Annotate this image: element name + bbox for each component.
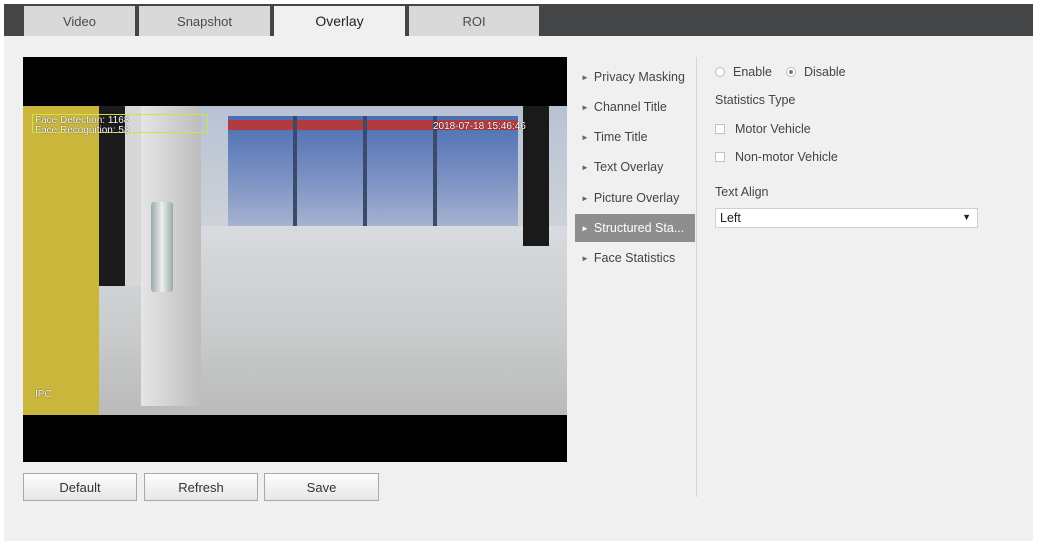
menu-item-picture-overlay[interactable]: ► Picture Overlay	[575, 184, 695, 212]
motor-vehicle-checkbox[interactable]	[715, 124, 725, 134]
tab-overlay[interactable]: Overlay	[274, 6, 405, 36]
disable-label: Disable	[803, 65, 846, 79]
menu-item-privacy-masking[interactable]: ► Privacy Masking	[575, 63, 695, 91]
arrow-right-icon: ►	[581, 253, 589, 263]
osd-channel-label: IPC	[35, 389, 52, 400]
tab-roi[interactable]: ROI	[409, 6, 539, 36]
menu-item-time-title[interactable]: ► Time Title	[575, 123, 695, 151]
arrow-right-icon: ►	[581, 193, 589, 203]
menu-item-label: Picture Overlay	[593, 191, 680, 205]
tab-video[interactable]: Video	[24, 6, 135, 36]
non-motor-vehicle-checkbox[interactable]	[715, 152, 725, 162]
window-frame	[433, 116, 437, 226]
arrow-right-icon: ►	[581, 102, 589, 112]
enable-row: Enable Disable	[715, 65, 846, 79]
menu-item-label: Structured Sta...	[593, 221, 685, 235]
enable-radio[interactable]	[715, 67, 725, 77]
statistics-type-label: Statistics Type	[715, 93, 796, 107]
arrow-right-icon: ►	[581, 223, 589, 233]
motor-vehicle-label: Motor Vehicle	[735, 122, 811, 136]
menu-item-face-statistics[interactable]: ► Face Statistics	[575, 244, 695, 272]
window-frame	[293, 116, 297, 226]
non-motor-vehicle-label: Non-motor Vehicle	[735, 150, 838, 164]
non-motor-vehicle-row: Non-motor Vehicle	[715, 150, 838, 164]
motor-vehicle-row: Motor Vehicle	[715, 122, 811, 136]
enable-label: Enable	[733, 65, 772, 79]
window-frame	[363, 116, 367, 226]
menu-item-text-overlay[interactable]: ► Text Overlay	[575, 153, 695, 181]
menu-item-structured-statistics[interactable]: ► Structured Sta...	[575, 214, 695, 242]
save-button[interactable]: Save	[264, 473, 379, 501]
video-preview: Face Detection: 1168 Face Recognition: 5…	[23, 57, 567, 462]
osd-timestamp: 2018-07-18 15:46:46	[433, 121, 526, 132]
refresh-button[interactable]: Refresh	[144, 473, 258, 501]
menu-item-label: Face Statistics	[593, 251, 676, 265]
arrow-right-icon: ►	[581, 132, 589, 142]
caret-down-icon: ▼	[962, 212, 971, 222]
text-align-value: Left	[720, 211, 741, 225]
menu-item-label: Time Title	[593, 130, 648, 144]
menu-item-label: Text Overlay	[593, 160, 664, 174]
tab-snapshot[interactable]: Snapshot	[139, 6, 270, 36]
arrow-right-icon: ►	[581, 162, 589, 172]
text-align-select[interactable]: Left ▼	[715, 208, 978, 228]
yellow-pillar	[23, 106, 99, 415]
right-column	[523, 106, 549, 246]
menu-item-label: Privacy Masking	[593, 70, 685, 84]
divider	[696, 57, 697, 497]
text-align-label: Text Align	[715, 185, 769, 199]
default-button[interactable]: Default	[23, 473, 137, 501]
osd-face-recognition: Face Recognition: 58	[35, 125, 130, 136]
menu-item-channel-title[interactable]: ► Channel Title	[575, 93, 695, 121]
arrow-right-icon: ►	[581, 72, 589, 82]
overlay-settings-page: Video Snapshot Overlay ROI Face Detectio…	[4, 4, 1033, 541]
menu-item-label: Channel Title	[593, 100, 667, 114]
tab-bar: Video Snapshot Overlay ROI	[4, 4, 1033, 36]
glass-window	[228, 116, 518, 226]
trash-bin	[151, 202, 173, 292]
disable-radio[interactable]	[785, 67, 796, 77]
camera-scene	[23, 106, 567, 415]
